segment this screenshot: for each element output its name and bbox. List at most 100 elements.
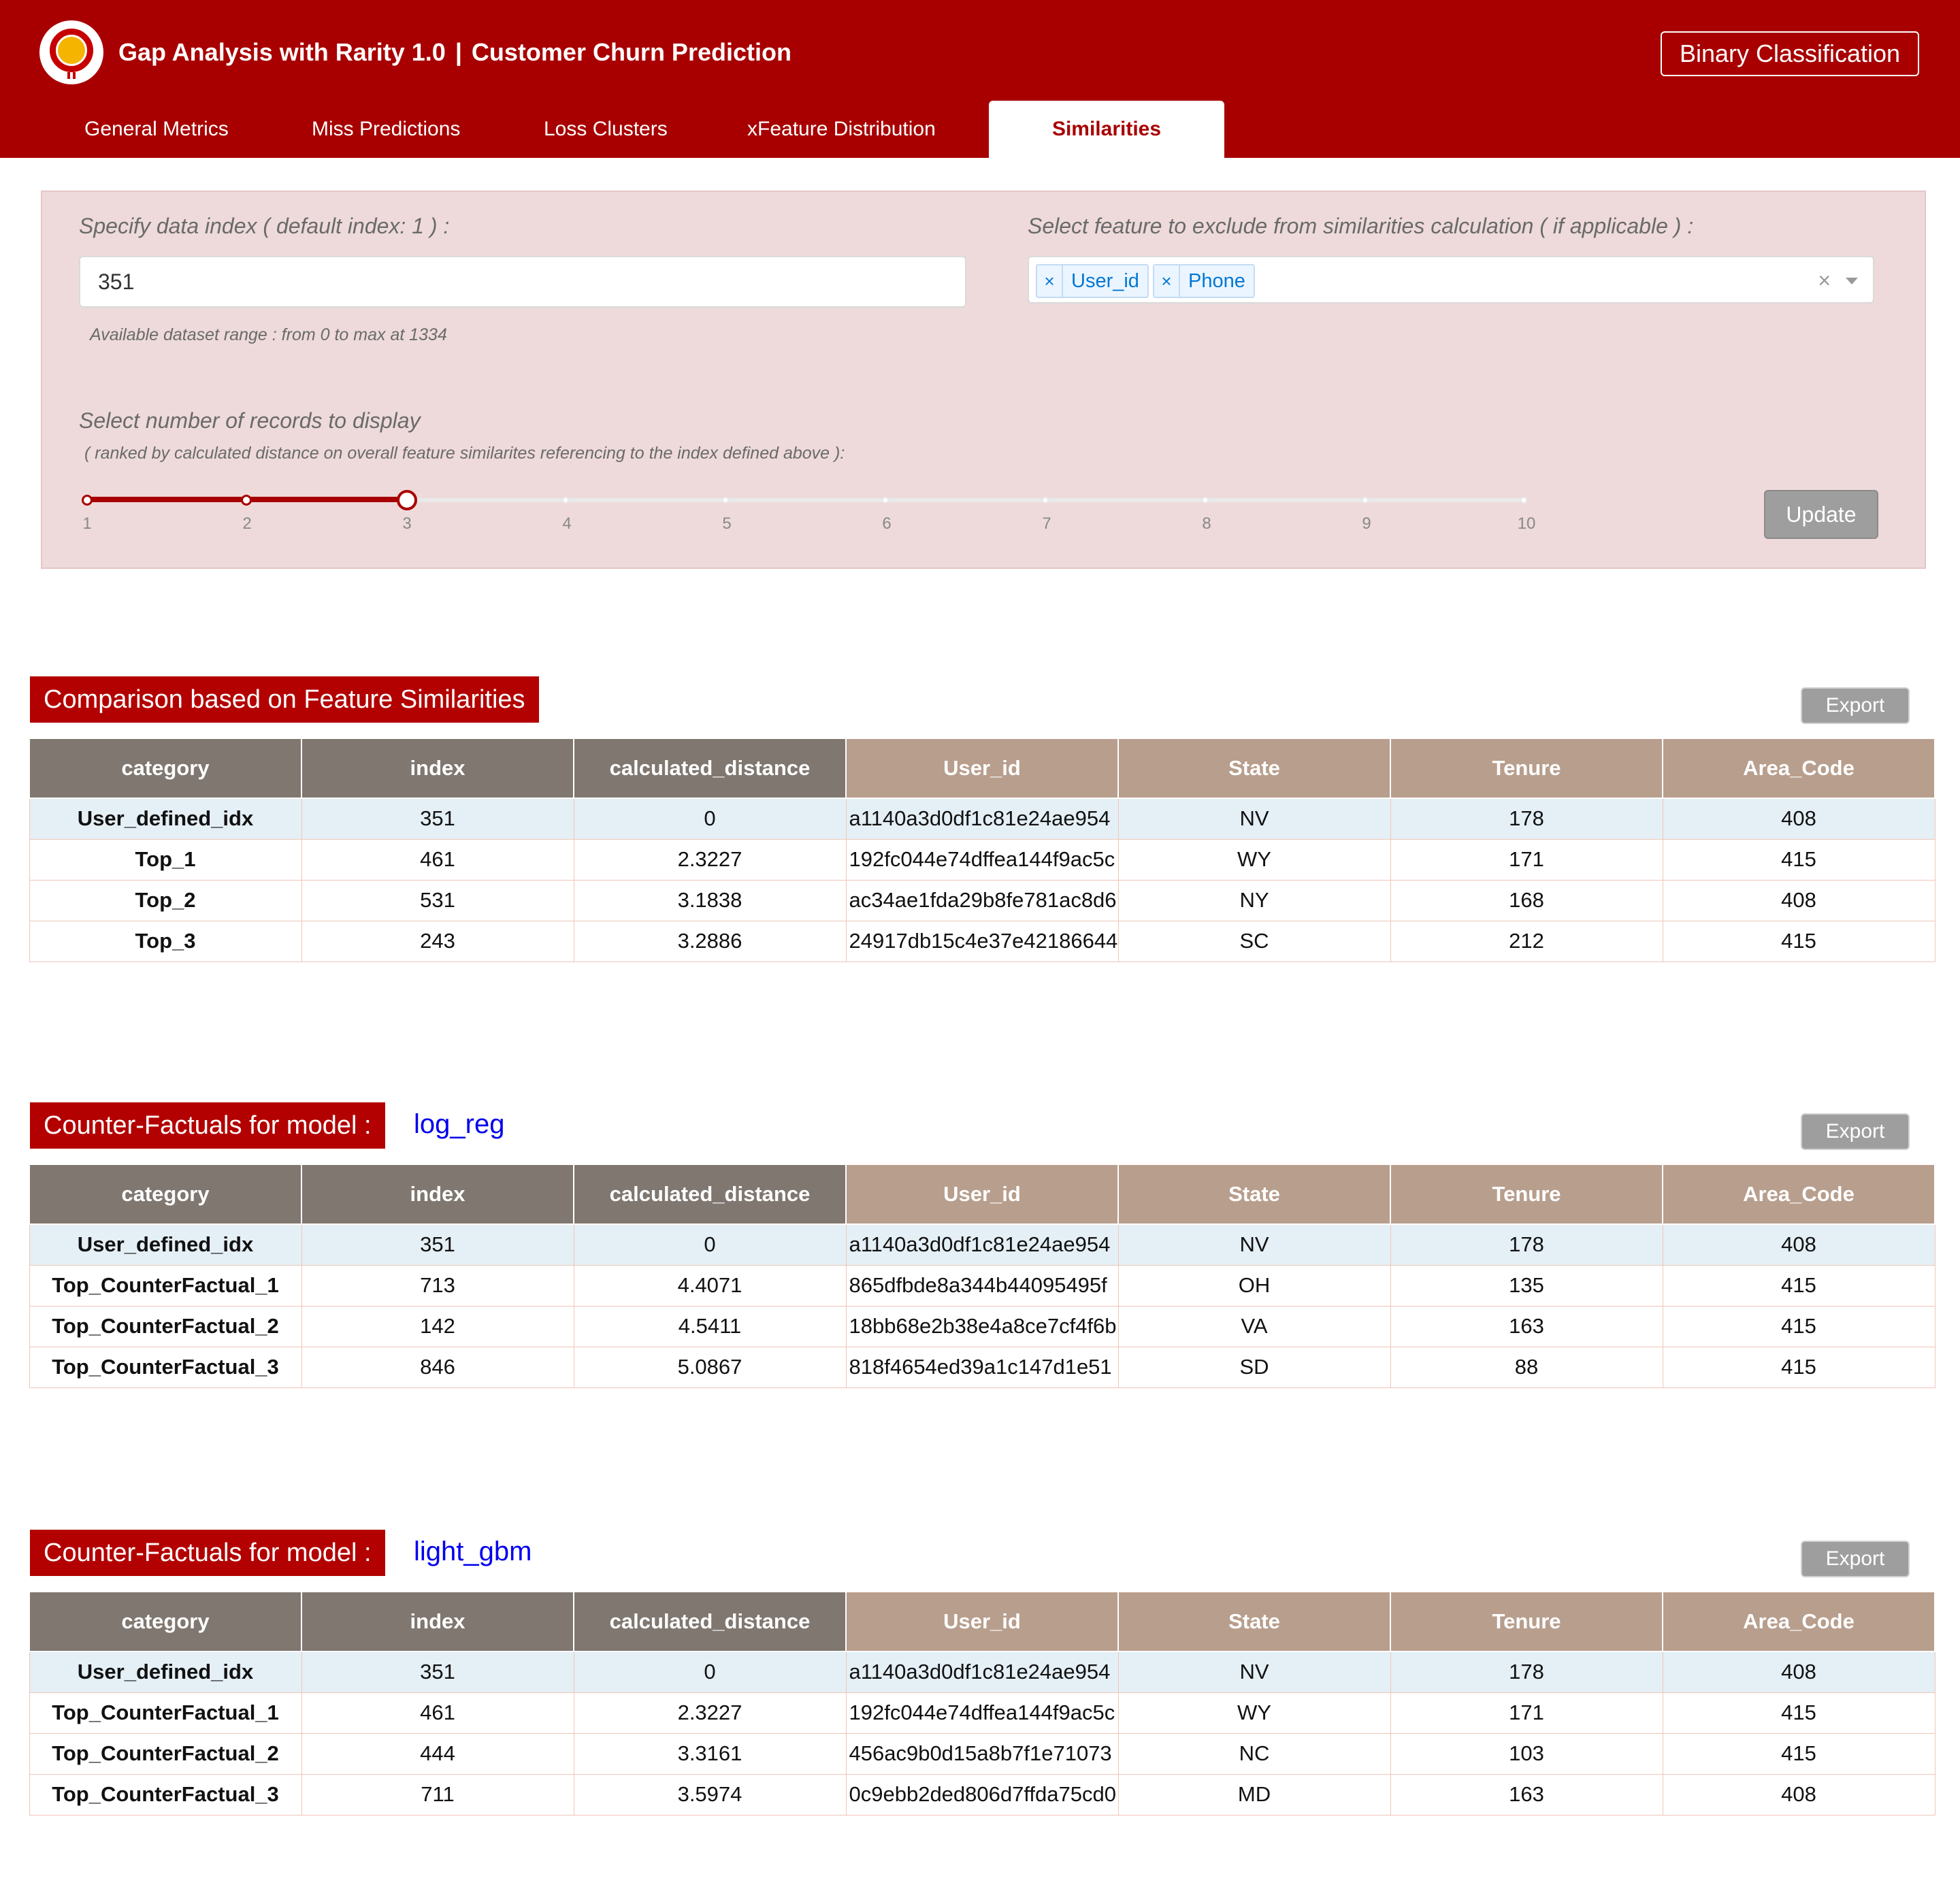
table-cell: 171 — [1390, 838, 1663, 881]
column-header[interactable]: category — [29, 1164, 302, 1225]
table-cell: User_defined_idx — [29, 1651, 302, 1693]
table-cell: 103 — [1390, 1732, 1663, 1775]
table-row: Top_CounterFactual_2 444 3.3161 456ac9b0… — [29, 1732, 1936, 1775]
tab-general-metrics[interactable]: General Metrics — [84, 101, 229, 158]
tab-similarities[interactable]: Similarities — [989, 101, 1224, 158]
column-header[interactable]: index — [301, 1164, 574, 1225]
table-cell: Top_CounterFactual_1 — [29, 1264, 302, 1307]
table-cell: 4.5411 — [573, 1305, 847, 1347]
table-cell: 415 — [1662, 1305, 1936, 1347]
table-cell: 713 — [301, 1264, 574, 1307]
table-cell: 2.3227 — [573, 1692, 847, 1734]
table-cell: 461 — [301, 838, 574, 881]
table-cell: 178 — [1390, 1223, 1663, 1266]
analysis-mode-badge[interactable]: Binary Classification — [1661, 31, 1919, 76]
slider-mark: 8 — [1202, 514, 1211, 533]
table-cell: Top_CounterFactual_2 — [29, 1305, 302, 1347]
slider-mark: 4 — [562, 514, 572, 533]
table-header-row: category index calculated_distance User_… — [29, 1164, 1936, 1225]
table-cell: OH — [1117, 1264, 1391, 1307]
table-row: Top_CounterFactual_2 142 4.5411 18bb68e2… — [29, 1305, 1936, 1347]
slider-stop — [1202, 497, 1209, 504]
slider-mark: 7 — [1042, 514, 1051, 533]
column-header[interactable]: category — [29, 1591, 302, 1652]
slider-stop — [562, 497, 569, 504]
tab-xfeature-distribution[interactable]: xFeature Distribution — [747, 101, 936, 158]
table-cell: Top_CounterFactual_3 — [29, 1773, 302, 1816]
column-header[interactable]: Area_Code — [1662, 738, 1936, 799]
table-cell: 415 — [1662, 1264, 1936, 1307]
column-header[interactable]: calculated_distance — [573, 1164, 847, 1225]
column-header[interactable]: Area_Code — [1662, 1164, 1936, 1225]
update-button[interactable]: Update — [1764, 490, 1878, 539]
table-cell: 351 — [301, 1651, 574, 1693]
slider-stop — [722, 497, 729, 504]
slider-mark: 3 — [402, 514, 412, 533]
table-cell: NV — [1117, 798, 1391, 840]
export-button[interactable]: Export — [1801, 687, 1910, 724]
table-row: Top_2 531 3.1838 ac34ae1fda29b8fe781ac8d… — [29, 879, 1936, 921]
chip-remove-icon[interactable]: × — [1037, 265, 1063, 297]
chip-label: User_id — [1071, 270, 1139, 292]
table-cell: 415 — [1662, 1346, 1936, 1388]
table-cell: NC — [1117, 1732, 1391, 1775]
table-cell: 415 — [1662, 1732, 1936, 1775]
table-cell: 3.1838 — [573, 879, 847, 921]
chevron-down-icon[interactable] — [1846, 278, 1858, 284]
column-header[interactable]: calculated_distance — [573, 1591, 847, 1652]
table-cell: 0 — [573, 798, 847, 840]
records-label: Select number of records to display — [79, 408, 421, 433]
table-cell: 408 — [1662, 798, 1936, 840]
column-header[interactable]: User_id — [845, 1164, 1119, 1225]
column-header[interactable]: index — [301, 738, 574, 799]
table-cell: ac34ae1fda29b8fe781ac8d6 — [845, 879, 1119, 921]
table-cell: 461 — [301, 1692, 574, 1734]
table-cell: 3.5974 — [573, 1773, 847, 1816]
table-cell: 212 — [1390, 920, 1663, 962]
table-cell: 18bb68e2b38e4a8ce7cf4f6b — [845, 1305, 1119, 1347]
chip-remove-icon[interactable]: × — [1154, 265, 1180, 297]
range-hint: Available dataset range : from 0 to max … — [90, 325, 447, 344]
table-cell: 351 — [301, 1223, 574, 1266]
table-cell: Top_CounterFactual_1 — [29, 1692, 302, 1734]
exclude-features-dropdown[interactable]: × User_id × Phone × — [1028, 256, 1874, 303]
table-cell: 2.3227 — [573, 838, 847, 881]
app-name: Gap Analysis with Rarity 1.0 — [118, 38, 446, 66]
column-header[interactable]: Tenure — [1390, 738, 1663, 799]
slider-handle[interactable] — [397, 490, 417, 510]
table-cell: 24917db15c4e37e42186644 — [845, 920, 1119, 962]
table-cell: 865dfbde8a344b44095495f — [845, 1264, 1119, 1307]
title-separator: | — [455, 38, 462, 66]
exclude-features-label: Select feature to exclude from similarit… — [1028, 214, 1694, 238]
table-cell: NY — [1117, 879, 1391, 921]
column-header[interactable]: Tenure — [1390, 1164, 1663, 1225]
export-button[interactable]: Export — [1801, 1541, 1910, 1577]
column-header[interactable]: State — [1117, 738, 1391, 799]
column-header[interactable]: calculated_distance — [573, 738, 847, 799]
table-cell: 168 — [1390, 879, 1663, 921]
column-header[interactable]: State — [1117, 1164, 1391, 1225]
column-header[interactable]: Area_Code — [1662, 1591, 1936, 1652]
table-row: Top_CounterFactual_3 711 3.5974 0c9ebb2d… — [29, 1773, 1936, 1816]
column-header[interactable]: State — [1117, 1591, 1391, 1652]
data-index-input[interactable]: 351 — [79, 256, 966, 308]
table-cell: 135 — [1390, 1264, 1663, 1307]
column-header[interactable]: category — [29, 738, 302, 799]
column-header[interactable]: User_id — [845, 1591, 1119, 1652]
table-row: User_defined_idx 351 0 a1140a3d0df1c81e2… — [29, 1651, 1936, 1693]
records-slider[interactable] — [82, 490, 1527, 510]
table-cell: 192fc044e74dffea144f9ac5c — [845, 1692, 1119, 1734]
table-cell: 531 — [301, 879, 574, 921]
similarity-controls-panel: Specify data index ( default index: 1 ) … — [41, 191, 1926, 569]
tab-miss-predictions[interactable]: Miss Predictions — [312, 101, 460, 158]
table-cell: WY — [1117, 1692, 1391, 1734]
table-cell: 408 — [1662, 1223, 1936, 1266]
export-button[interactable]: Export — [1801, 1113, 1910, 1150]
column-header[interactable]: User_id — [845, 738, 1119, 799]
clear-all-icon[interactable]: × — [1818, 268, 1831, 293]
column-header[interactable]: Tenure — [1390, 1591, 1663, 1652]
table-cell: 408 — [1662, 1651, 1936, 1693]
table-cell: 3.2886 — [573, 920, 847, 962]
tab-loss-clusters[interactable]: Loss Clusters — [544, 101, 668, 158]
column-header[interactable]: index — [301, 1591, 574, 1652]
